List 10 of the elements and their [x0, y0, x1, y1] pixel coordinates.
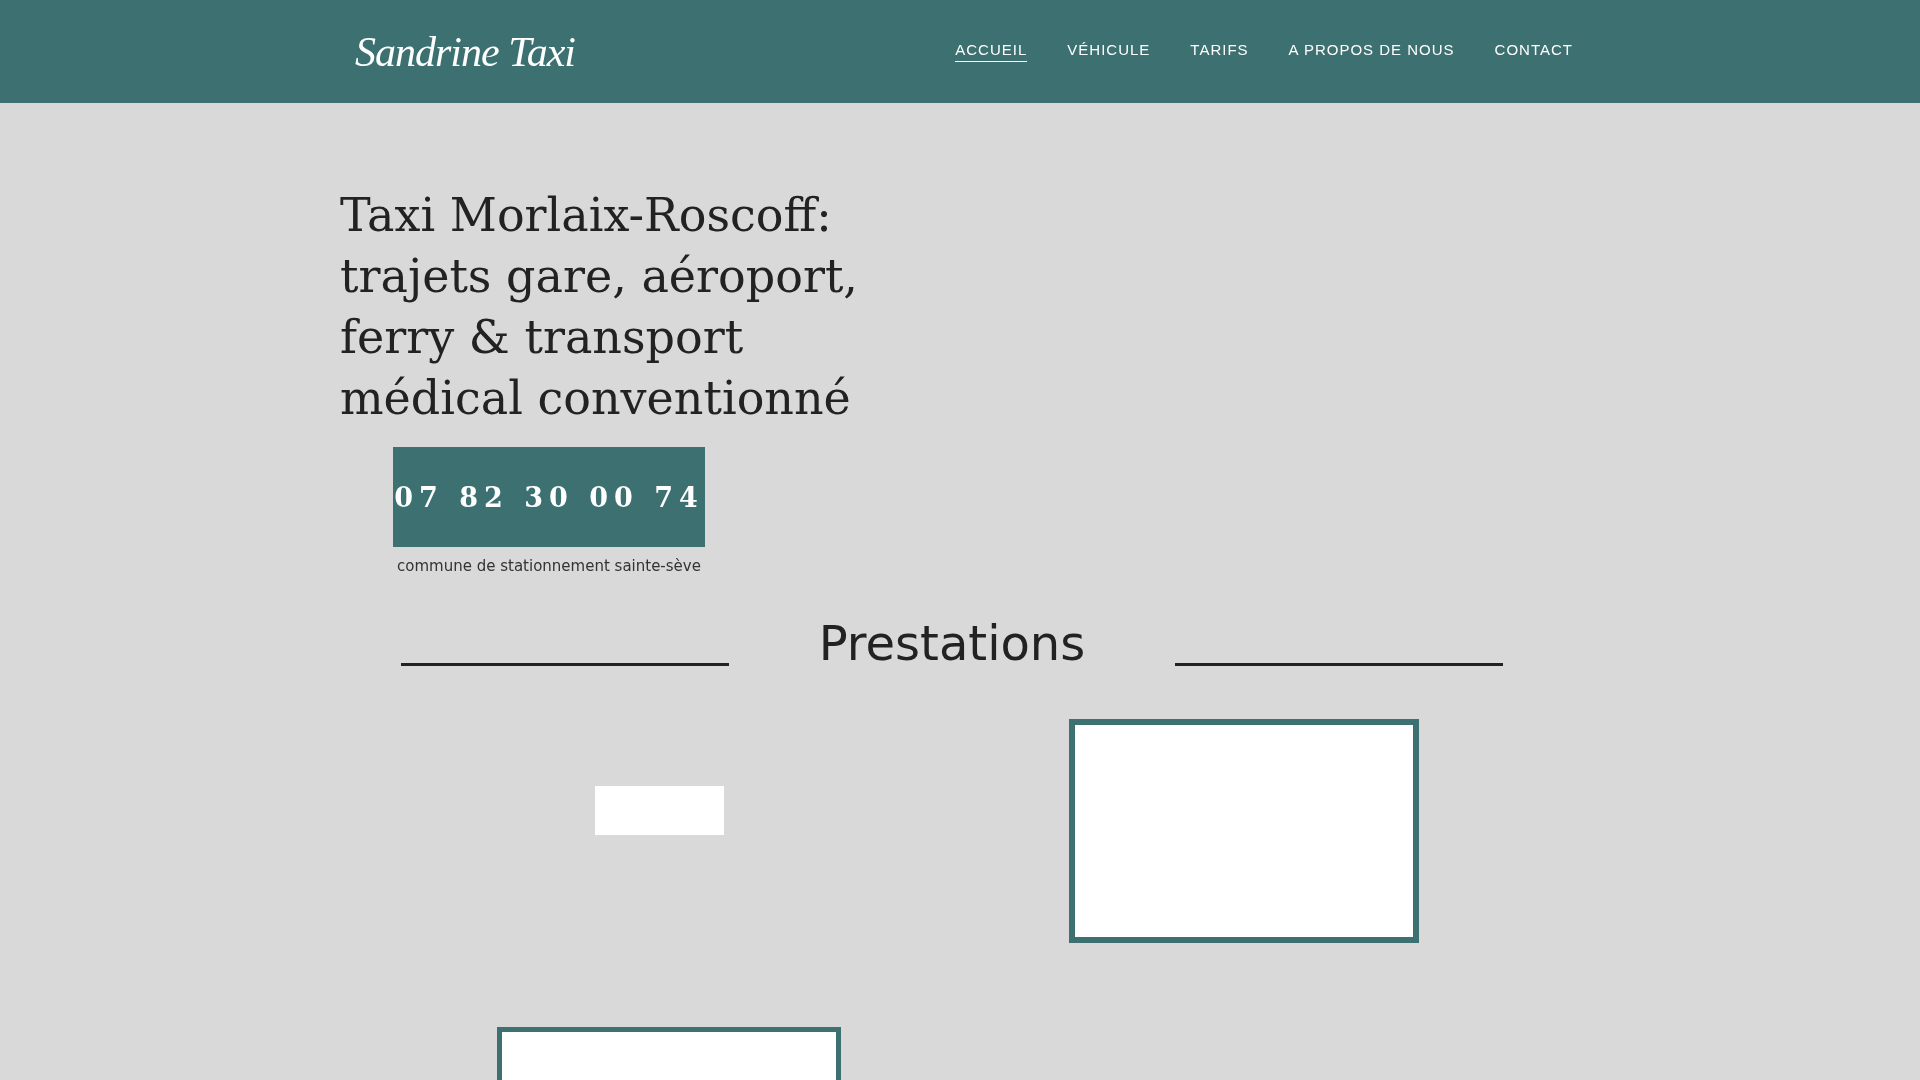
caption: commune de stationnement sainte-sève — [396, 557, 702, 575]
logo[interactable]: Sandrine Taxi — [355, 27, 575, 76]
nav-link[interactable]: A PROPOS DE NOUS — [1288, 41, 1455, 62]
section-title: Prestations — [818, 615, 1086, 671]
phone-button[interactable]: 07 82 30 00 74 — [393, 447, 705, 547]
nav-link[interactable]: ACCUEIL — [955, 41, 1028, 62]
nav-link[interactable]: VÉHICULE — [1067, 41, 1151, 62]
hero-title: Taxi Morlaix-Roscoff: trajets gare, aéroport, ferry & transport médical conventionné — [340, 187, 859, 427]
nav-link[interactable]: CONTACT — [1494, 41, 1573, 62]
nav-link[interactable]: TARIFS — [1190, 41, 1249, 62]
